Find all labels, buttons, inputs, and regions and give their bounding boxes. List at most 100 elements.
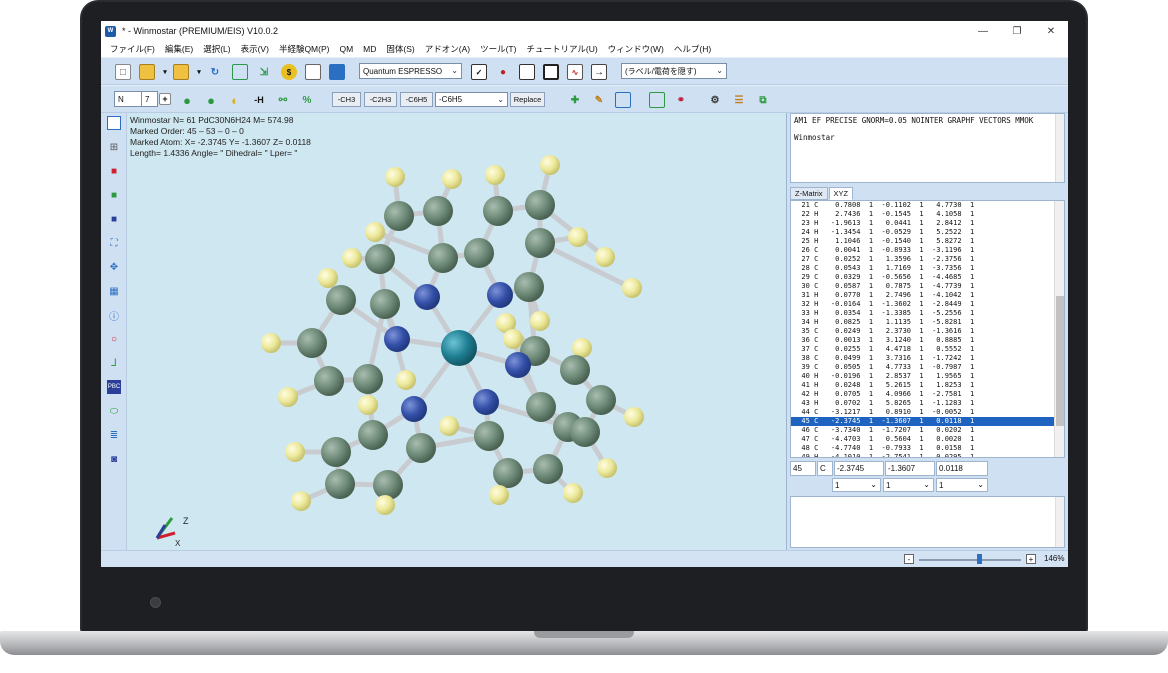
toggle-icon[interactable]: ⬭: [107, 404, 121, 418]
carbon-atom[interactable]: [525, 190, 555, 220]
carbon-atom[interactable]: [560, 355, 590, 385]
add-fragment-icon[interactable]: ✚: [567, 92, 583, 108]
atom-x-field[interactable]: -2.3745: [834, 461, 884, 476]
x-flag-select[interactable]: 1 ⌄: [832, 478, 881, 492]
monitor-icon[interactable]: [329, 64, 345, 80]
hydrogen-atom[interactable]: [540, 155, 560, 175]
coordinate-row[interactable]: 28 C 0.0543 1 1.7169 1 -3.7356 1: [791, 264, 1064, 273]
carbon-atom[interactable]: [586, 385, 616, 415]
coordinate-scrollbar[interactable]: [1054, 201, 1064, 457]
label-select[interactable]: (ラベル/電荷を隠す) ⌄: [621, 63, 727, 79]
hydrogen-atom[interactable]: [442, 169, 462, 189]
hydrogen-atom[interactable]: [624, 407, 644, 427]
keyword-scrollbar[interactable]: [1055, 114, 1064, 182]
hydrogen-atom[interactable]: [285, 442, 305, 462]
pbc-icon[interactable]: PBC: [107, 380, 121, 394]
y-flag-select[interactable]: 1 ⌄: [883, 478, 934, 492]
coordinate-row[interactable]: 27 C 0.0252 1 1.3596 1 -2.3756 1: [791, 255, 1064, 264]
menu-file[interactable]: ファイル(F): [105, 43, 160, 55]
coordinate-row[interactable]: 48 C -4.7740 1 -0.7933 1 0.0158 1: [791, 444, 1064, 453]
menu-edit[interactable]: 編集(E): [160, 43, 198, 55]
hydrogen-atom[interactable]: [261, 333, 281, 353]
select-mode-icon[interactable]: ■: [107, 212, 121, 226]
menu-tools[interactable]: ツール(T): [475, 43, 521, 55]
coordinate-row[interactable]: 45 C -2.3745 1 -1.3607 1 0.0118 1: [791, 417, 1064, 426]
carbon-atom[interactable]: [464, 238, 494, 268]
nitrogen-atom[interactable]: [384, 326, 410, 352]
menu-help[interactable]: ヘルプ(H): [669, 43, 716, 55]
carbon-atom[interactable]: [406, 433, 436, 463]
carbon-atom[interactable]: [297, 328, 327, 358]
hydrogen-atom[interactable]: [568, 227, 588, 247]
gear-icon[interactable]: ⚙: [707, 92, 723, 108]
carbon-atom[interactable]: [321, 437, 351, 467]
film-icon[interactable]: [543, 64, 559, 80]
delete-mode-icon[interactable]: ■: [107, 164, 121, 178]
circle-icon[interactable]: ○: [107, 332, 121, 346]
list-icon[interactable]: ≣: [107, 428, 121, 442]
nitrogen-atom[interactable]: [401, 396, 427, 422]
carbon-atom[interactable]: [570, 417, 600, 447]
hydrogen-atom[interactable]: [375, 495, 395, 515]
bond-icon[interactable]: ⚯: [275, 92, 291, 108]
carbon-atom[interactable]: [384, 201, 414, 231]
axis-icon[interactable]: ⅃: [107, 356, 121, 370]
coordinate-row[interactable]: 41 H 0.0248 1 5.2615 1 1.8253 1: [791, 381, 1064, 390]
menu-solid[interactable]: 固体(S): [381, 43, 419, 55]
carbon-atom[interactable]: [358, 420, 388, 450]
carbon-atom[interactable]: [474, 421, 504, 451]
import-dropdown-icon[interactable]: ▾: [191, 64, 207, 80]
menu-tutorial[interactable]: チュートリアル(U): [521, 43, 602, 55]
refresh-icon[interactable]: ↻: [207, 64, 223, 80]
edit-note-icon[interactable]: [305, 64, 321, 80]
coordinate-row[interactable]: 37 C 0.0255 1 4.4718 1 0.5552 1: [791, 345, 1064, 354]
coordinate-row[interactable]: 46 C -3.7340 1 -1.7207 1 0.0202 1: [791, 426, 1064, 435]
delete-atom-icon[interactable]: ●: [203, 92, 219, 108]
coordinate-row[interactable]: 29 C 0.0329 1 -0.5656 1 -4.4685 1: [791, 273, 1064, 282]
menu-semiempirical[interactable]: 半経験QM(P): [274, 43, 335, 55]
nitrogen-atom[interactable]: [487, 282, 513, 308]
hydrogen-atom[interactable]: [597, 458, 617, 478]
atom-z-field[interactable]: 0.0118: [936, 461, 988, 476]
hydrogen-atom[interactable]: [396, 370, 416, 390]
nitrogen-atom[interactable]: [473, 389, 499, 415]
nitrogen-atom[interactable]: [414, 284, 440, 310]
coordinate-row[interactable]: 34 H 0.0825 1 1.1135 1 -5.8281 1: [791, 318, 1064, 327]
solver-select[interactable]: Quantum ESPRESSO ⌄: [359, 63, 462, 79]
coordinate-row[interactable]: 42 H 0.0705 1 4.0966 1 -2.7581 1: [791, 390, 1064, 399]
hydrogen-atom[interactable]: [291, 491, 311, 511]
output-scrollbar[interactable]: [1055, 497, 1064, 547]
import-icon[interactable]: [173, 64, 189, 80]
zoom-in-button[interactable]: +: [1026, 554, 1036, 564]
hydrogen-atom[interactable]: [318, 268, 338, 288]
zoom-slider-thumb[interactable]: [977, 554, 982, 564]
hydrogen-atom[interactable]: [622, 278, 642, 298]
molecule-viewport[interactable]: Winmostar N= 61 PdC30N6H24 M= 574.98 Mar…: [127, 113, 786, 550]
export-icon[interactable]: →: [591, 64, 607, 80]
open-folder-icon[interactable]: [139, 64, 155, 80]
element-input[interactable]: N: [114, 91, 142, 107]
carbon-atom[interactable]: [428, 243, 458, 273]
element-plus-button[interactable]: +: [159, 93, 171, 105]
tab-xyz[interactable]: XYZ: [828, 187, 854, 200]
add-mode-icon[interactable]: ■: [107, 188, 121, 202]
molecule-model[interactable]: Z X: [127, 113, 786, 550]
hydrogen-atom[interactable]: [385, 167, 405, 187]
save-as-icon[interactable]: ⇲: [256, 64, 272, 80]
group-select[interactable]: -C6H5 ⌄: [435, 92, 508, 107]
nitrogen-atom[interactable]: [505, 352, 531, 378]
carbon-atom[interactable]: [493, 458, 523, 488]
replace-button[interactable]: Replace: [510, 92, 545, 107]
carbon-atom[interactable]: [533, 454, 563, 484]
coordinate-row[interactable]: 35 C 0.0249 1 2.3730 1 -1.3616 1: [791, 327, 1064, 336]
keyword-text-area[interactable]: AM1 EF PRECISE GNORM=0.05 NOINTER GRAPHF…: [790, 113, 1065, 183]
carbon-atom[interactable]: [314, 366, 344, 396]
coordinate-row[interactable]: 23 H -1.9613 1 0.0441 1 2.8412 1: [791, 219, 1064, 228]
coordinate-row[interactable]: 25 H 1.1046 1 -0.1540 1 5.8272 1: [791, 237, 1064, 246]
hydrogen-atom[interactable]: [439, 416, 459, 436]
coordinate-row[interactable]: 43 H 0.0702 1 5.8265 1 -1.1283 1: [791, 399, 1064, 408]
add-atom-icon[interactable]: ●: [179, 92, 195, 108]
tree-icon[interactable]: ☰: [731, 92, 747, 108]
coordinate-row[interactable]: 31 H 0.0770 1 2.7496 1 -4.1042 1: [791, 291, 1064, 300]
menu-window[interactable]: ウィンドウ(W): [603, 43, 669, 55]
